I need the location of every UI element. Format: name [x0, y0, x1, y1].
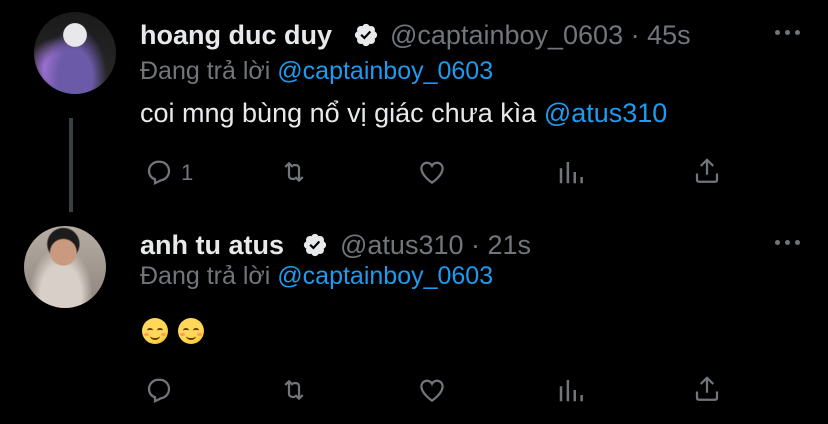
- more-icon[interactable]: [775, 240, 801, 248]
- smiling-face-emoji: [142, 318, 168, 344]
- replying-to-link[interactable]: @captainboy_0603: [277, 57, 493, 85]
- replying-to-link[interactable]: @captainboy_0603: [277, 262, 493, 290]
- analytics-icon[interactable]: [556, 157, 586, 187]
- replying-to-label: Đang trả lời: [140, 57, 271, 85]
- smiling-face-emoji: [178, 318, 204, 344]
- handle-and-time: @atus310 · 21s: [340, 230, 532, 260]
- display-name[interactable]: anh tu atus: [140, 230, 284, 261]
- reply-icon[interactable]: [144, 157, 174, 187]
- mention-link[interactable]: @atus310: [544, 98, 668, 128]
- tweet[interactable]: anh tu atus @atus310 · 21s Đang trả lời …: [0, 212, 828, 424]
- analytics-icon[interactable]: [556, 375, 586, 405]
- avatar[interactable]: [34, 12, 116, 94]
- avatar[interactable]: [24, 226, 106, 308]
- reply-count: 1: [181, 160, 194, 185]
- share-icon[interactable]: [692, 156, 722, 186]
- display-name[interactable]: hoang duc duy: [140, 20, 332, 51]
- tweet-text-content: coi mng bùng nổ vị giác chưa kìa: [140, 98, 537, 128]
- thread-connector: [69, 118, 73, 212]
- retweet-icon[interactable]: [278, 375, 310, 405]
- reply-icon[interactable]: [144, 375, 174, 405]
- retweet-icon[interactable]: [278, 157, 310, 187]
- like-icon[interactable]: [417, 375, 447, 405]
- replying-to: Đang trả lời @captainboy_0603: [140, 262, 493, 291]
- handle-and-time: @captainboy_0603 · 45s: [390, 20, 691, 50]
- more-icon[interactable]: [775, 30, 801, 38]
- tweet-text: coi mng bùng nổ vị giác chưa kìa @atus31…: [140, 98, 667, 129]
- verified-icon: [354, 23, 378, 47]
- share-icon[interactable]: [692, 374, 722, 404]
- like-icon[interactable]: [417, 157, 447, 187]
- tweet[interactable]: hoang duc duy @captainboy_0603 · 45s Đan…: [0, 0, 828, 212]
- verified-icon: [303, 233, 327, 257]
- replying-to: Đang trả lời @captainboy_0603: [140, 57, 493, 86]
- replying-to-label: Đang trả lời: [140, 262, 271, 290]
